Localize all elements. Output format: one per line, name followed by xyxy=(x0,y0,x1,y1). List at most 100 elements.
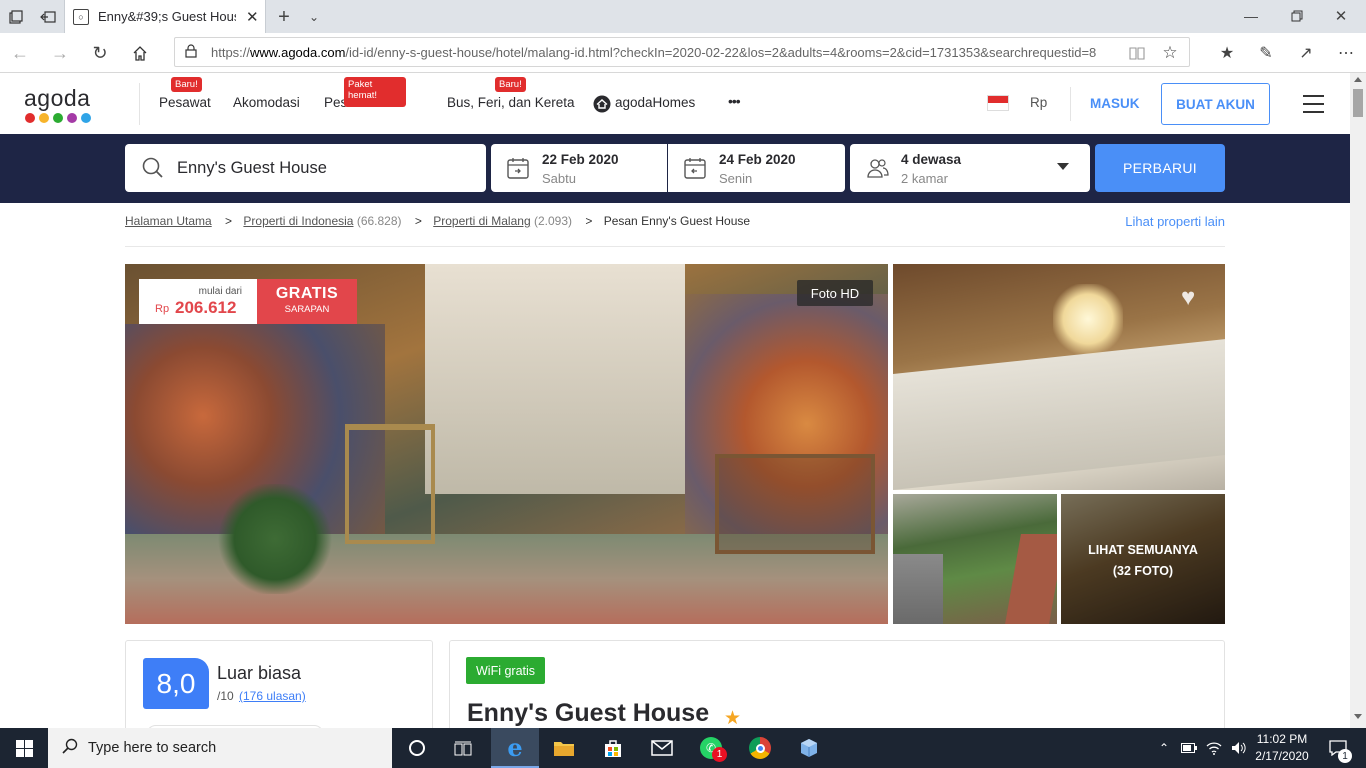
review-score: 8,0 xyxy=(143,658,209,709)
checkout-date-field[interactable]: 24 Feb 2020 Senin xyxy=(668,144,845,192)
page-scrollbar[interactable] xyxy=(1350,73,1366,728)
3d-viewer-icon[interactable] xyxy=(785,728,833,768)
currency-selector[interactable]: Rp xyxy=(1030,95,1047,110)
breadcrumb-home[interactable]: Halaman Utama xyxy=(125,214,212,228)
tab-list-chevron-icon[interactable]: ⌄ xyxy=(302,6,326,28)
address-bar[interactable]: https:// www.agoda.com /id-id/enny-s-gue… xyxy=(174,37,1190,67)
windows-start-icon[interactable] xyxy=(0,728,48,768)
forward-icon[interactable]: → xyxy=(48,41,72,65)
more-menu-icon[interactable]: ⋯ xyxy=(1334,41,1358,65)
url-host: www.agoda.com xyxy=(250,44,346,60)
nav-flights[interactable]: Pesawat xyxy=(159,95,211,110)
back-icon[interactable]: ← xyxy=(8,41,32,65)
see-all-photos-tile[interactable]: LIHAT SEMUANYA (32 FOTO) xyxy=(1061,494,1225,624)
signup-button[interactable]: BUAT AKUN xyxy=(1161,83,1270,125)
clock-time: 11:02 PM xyxy=(1256,732,1308,746)
task-view-icon[interactable] xyxy=(440,728,486,768)
favorite-star-icon[interactable]: ☆ xyxy=(1158,41,1182,65)
whatsapp-icon[interactable]: ✆ 1 xyxy=(687,728,735,768)
garden-photo[interactable] xyxy=(893,494,1057,624)
breadcrumb-separator: > xyxy=(585,214,593,228)
breadcrumb: Halaman Utama > Properti di Indonesia (6… xyxy=(125,214,1225,229)
breadcrumb-divider xyxy=(125,246,1225,247)
free-wifi-badge: WiFi gratis xyxy=(466,657,546,684)
close-window-icon[interactable]: ✕ xyxy=(1326,4,1356,28)
photo-bench xyxy=(715,454,875,554)
taskbar-search-placeholder: Type here to search xyxy=(88,740,217,756)
action-center-icon[interactable]: 1 xyxy=(1320,728,1356,768)
review-label: Luar biasa xyxy=(217,663,302,683)
refresh-icon[interactable]: ↻ xyxy=(88,41,112,65)
main-hotel-photo[interactable]: mulai dari Rp 206.612 GRATIS SARAPAN Fot… xyxy=(125,264,888,624)
nav-accommodation[interactable]: Akomodasi xyxy=(233,95,300,110)
system-clock[interactable]: 11:02 PM 2/17/2020 xyxy=(1254,731,1310,765)
see-other-properties-link[interactable]: Lihat properti lain xyxy=(1125,214,1225,229)
url-prefix: https:// xyxy=(211,44,251,60)
checkout-date: 24 Feb 2020 xyxy=(719,152,796,167)
browser-tab-active[interactable]: ○ Enny&#39;s Guest Hous ✕ xyxy=(64,0,266,33)
whatsapp-badge: 1 xyxy=(712,747,727,762)
share-icon[interactable]: ↗ xyxy=(1294,41,1318,65)
photo-brick-path xyxy=(1005,534,1057,624)
checkout-day: Senin xyxy=(719,171,753,186)
url-path: /id-id/enny-s-guest-house/hotel/malang-i… xyxy=(345,44,1097,60)
page-favicon-icon: ○ xyxy=(73,8,89,25)
photo-walkway xyxy=(893,554,943,624)
search-query: Enny's Guest House xyxy=(177,159,327,177)
review-out-of: /10 xyxy=(217,689,234,703)
bedroom-photo[interactable]: ♥ xyxy=(893,264,1225,490)
hotel-info-card: WiFi gratis Enny's Guest House ★ xyxy=(449,640,1225,740)
notification-badge: 1 xyxy=(1338,749,1352,763)
favorite-heart-icon[interactable]: ♥ xyxy=(1181,284,1195,312)
reading-view-icon[interactable] xyxy=(1125,41,1149,65)
nav-more-icon[interactable]: ••• xyxy=(728,93,741,109)
new-badge-transport: Baru! xyxy=(495,77,526,92)
breadcrumb-city-count: (2.093) xyxy=(533,214,572,228)
agoda-logo[interactable]: agoda xyxy=(24,85,91,123)
microsoft-store-icon[interactable] xyxy=(589,728,637,768)
scroll-up-arrow-icon[interactable] xyxy=(1354,77,1362,82)
free-breakfast-badge: GRATIS SARAPAN xyxy=(257,279,357,324)
nav-transport[interactable]: Bus, Feri, dan Kereta xyxy=(447,95,575,110)
guests-selector[interactable]: 4 dewasa 2 kamar xyxy=(850,144,1090,192)
update-search-button[interactable]: PERBARUI xyxy=(1095,144,1225,192)
close-tab-icon[interactable]: ✕ xyxy=(246,8,259,26)
set-aside-tabs-icon[interactable] xyxy=(34,6,62,28)
scroll-down-arrow-icon[interactable] xyxy=(1354,714,1362,719)
home-icon[interactable] xyxy=(128,41,152,65)
tab-manager-icon[interactable] xyxy=(2,6,30,28)
favorites-icon[interactable]: ★ xyxy=(1215,41,1239,65)
restore-window-icon[interactable] xyxy=(1282,4,1312,28)
show-hidden-icons-icon[interactable]: ⌃ xyxy=(1153,728,1175,768)
see-all-label: LIHAT SEMUANYA (32 FOTO) xyxy=(1061,540,1225,582)
minimize-window-icon[interactable]: — xyxy=(1236,4,1266,28)
battery-icon[interactable] xyxy=(1178,728,1200,768)
volume-icon[interactable] xyxy=(1228,728,1250,768)
breadcrumb-city[interactable]: Properti di Malang xyxy=(433,214,530,228)
login-link[interactable]: MASUK xyxy=(1090,96,1140,111)
search-icon xyxy=(142,157,164,184)
price-box: mulai dari Rp 206.612 xyxy=(139,279,257,324)
hamburger-menu-icon[interactable] xyxy=(1303,95,1324,113)
breadcrumb-separator: > xyxy=(414,214,422,228)
cortana-icon[interactable] xyxy=(394,728,440,768)
new-tab-icon[interactable]: + xyxy=(272,6,296,28)
review-score-card: 8,0 Luar biasa /10 (176 ulasan) xyxy=(125,640,433,745)
wifi-icon[interactable] xyxy=(1203,728,1225,768)
hd-photo-label: Foto HD xyxy=(797,280,873,306)
file-explorer-icon[interactable] xyxy=(540,728,588,768)
pen-icon[interactable]: ✎ xyxy=(1254,41,1278,65)
mail-icon[interactable] xyxy=(638,728,686,768)
guests-count: 4 dewasa xyxy=(901,152,962,167)
breadcrumb-country[interactable]: Properti di Indonesia xyxy=(243,214,353,228)
photo-chair xyxy=(345,424,435,544)
search-destination-field[interactable]: Enny's Guest House xyxy=(125,144,486,192)
edge-browser-icon[interactable]: e xyxy=(491,728,539,768)
nav-agoda-homes[interactable]: agodaHomes xyxy=(615,95,695,110)
indonesia-flag-icon[interactable] xyxy=(987,95,1009,111)
scroll-thumb[interactable] xyxy=(1353,89,1363,117)
review-count-link[interactable]: (176 ulasan) xyxy=(239,689,306,703)
taskbar-search-box[interactable]: Type here to search xyxy=(48,728,392,768)
chrome-icon[interactable] xyxy=(736,728,784,768)
checkin-date-field[interactable]: 22 Feb 2020 Sabtu xyxy=(491,144,667,192)
